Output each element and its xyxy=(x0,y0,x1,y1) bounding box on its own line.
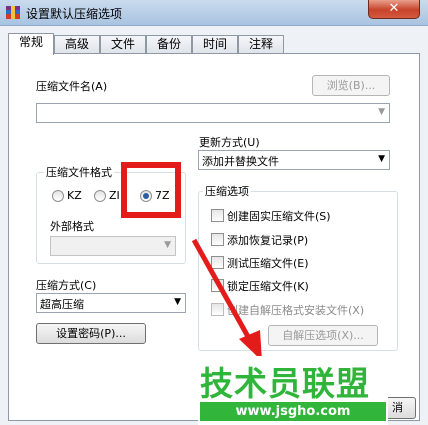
annotation-highlight-box xyxy=(121,162,181,218)
compression-options-title: 压缩选项 xyxy=(203,183,251,199)
format-label-kz: KZ xyxy=(67,189,82,202)
compression-method-value: 超高压缩 xyxy=(40,298,84,311)
tab-advanced[interactable]: 高级 xyxy=(54,35,100,54)
external-format-select[interactable]: ▼ xyxy=(50,236,176,256)
settings-dialog: 设置默认压缩选项 ✕ 常规 高级 文件 备份 时间 注释 压缩文件名(A) 浏览… xyxy=(0,0,428,425)
update-mode-value: 添加并替换文件 xyxy=(202,155,279,168)
dropdown-arrow-icon: ▼ xyxy=(164,240,171,250)
archive-name-label: 压缩文件名(A) xyxy=(36,80,108,93)
watermark-url: www.jsgho.com xyxy=(200,402,386,421)
sfx-archive-checkbox[interactable] xyxy=(211,303,224,316)
update-mode-select[interactable]: 添加并替换文件 ▼ xyxy=(198,150,390,170)
recovery-record-label: 添加恢复记录(P) xyxy=(227,234,309,247)
tab-general[interactable]: 常规 xyxy=(8,33,54,55)
compression-method-select[interactable]: 超高压缩 ▼ xyxy=(36,293,186,313)
tab-comment[interactable]: 注释 xyxy=(238,35,284,54)
sfx-archive-label: 创建自解压格式安装文件(X) xyxy=(227,304,365,317)
set-password-button[interactable]: 设置密码(P)... xyxy=(36,323,146,344)
cancel-button-partial[interactable]: 消 xyxy=(388,397,416,419)
format-radio-kz[interactable] xyxy=(52,190,64,202)
update-mode-label: 更新方式(U) xyxy=(199,136,260,149)
lock-archive-checkbox[interactable] xyxy=(211,279,224,292)
test-archive-checkbox[interactable] xyxy=(211,256,224,269)
winrar-app-icon xyxy=(6,6,20,19)
format-radio-zip[interactable] xyxy=(94,190,106,202)
title-bar[interactable]: 设置默认压缩选项 ✕ xyxy=(0,0,428,26)
browse-button[interactable]: 浏览(B)... xyxy=(312,75,390,96)
tab-time[interactable]: 时间 xyxy=(192,35,238,54)
watermark-title: 技术员联盟 xyxy=(200,364,370,403)
dropdown-arrow-icon: ▼ xyxy=(378,154,385,164)
test-archive-label: 测试压缩文件(E) xyxy=(227,257,309,270)
close-button[interactable]: ✕ xyxy=(368,0,420,19)
window-title: 设置默认压缩选项 xyxy=(26,7,123,21)
dropdown-arrow-icon: ▼ xyxy=(174,297,181,307)
tab-files[interactable]: 文件 xyxy=(100,35,146,54)
archive-name-field[interactable]: ▼ xyxy=(36,103,390,123)
external-format-label: 外部格式 xyxy=(50,220,94,233)
lock-archive-label: 锁定压缩文件(K) xyxy=(227,280,309,293)
solid-archive-checkbox[interactable] xyxy=(211,209,224,222)
archive-format-title: 压缩文件格式 xyxy=(44,164,114,180)
format-label-zip: ZI xyxy=(109,189,120,202)
dropdown-arrow-icon: ▼ xyxy=(378,107,385,117)
compression-method-label: 压缩方式(C) xyxy=(36,279,97,292)
tab-backup[interactable]: 备份 xyxy=(146,35,192,54)
sfx-options-button[interactable]: 自解压选项(X)... xyxy=(268,325,378,346)
solid-archive-label: 创建固实压缩文件(S) xyxy=(227,210,331,223)
recovery-record-checkbox[interactable] xyxy=(211,233,224,246)
